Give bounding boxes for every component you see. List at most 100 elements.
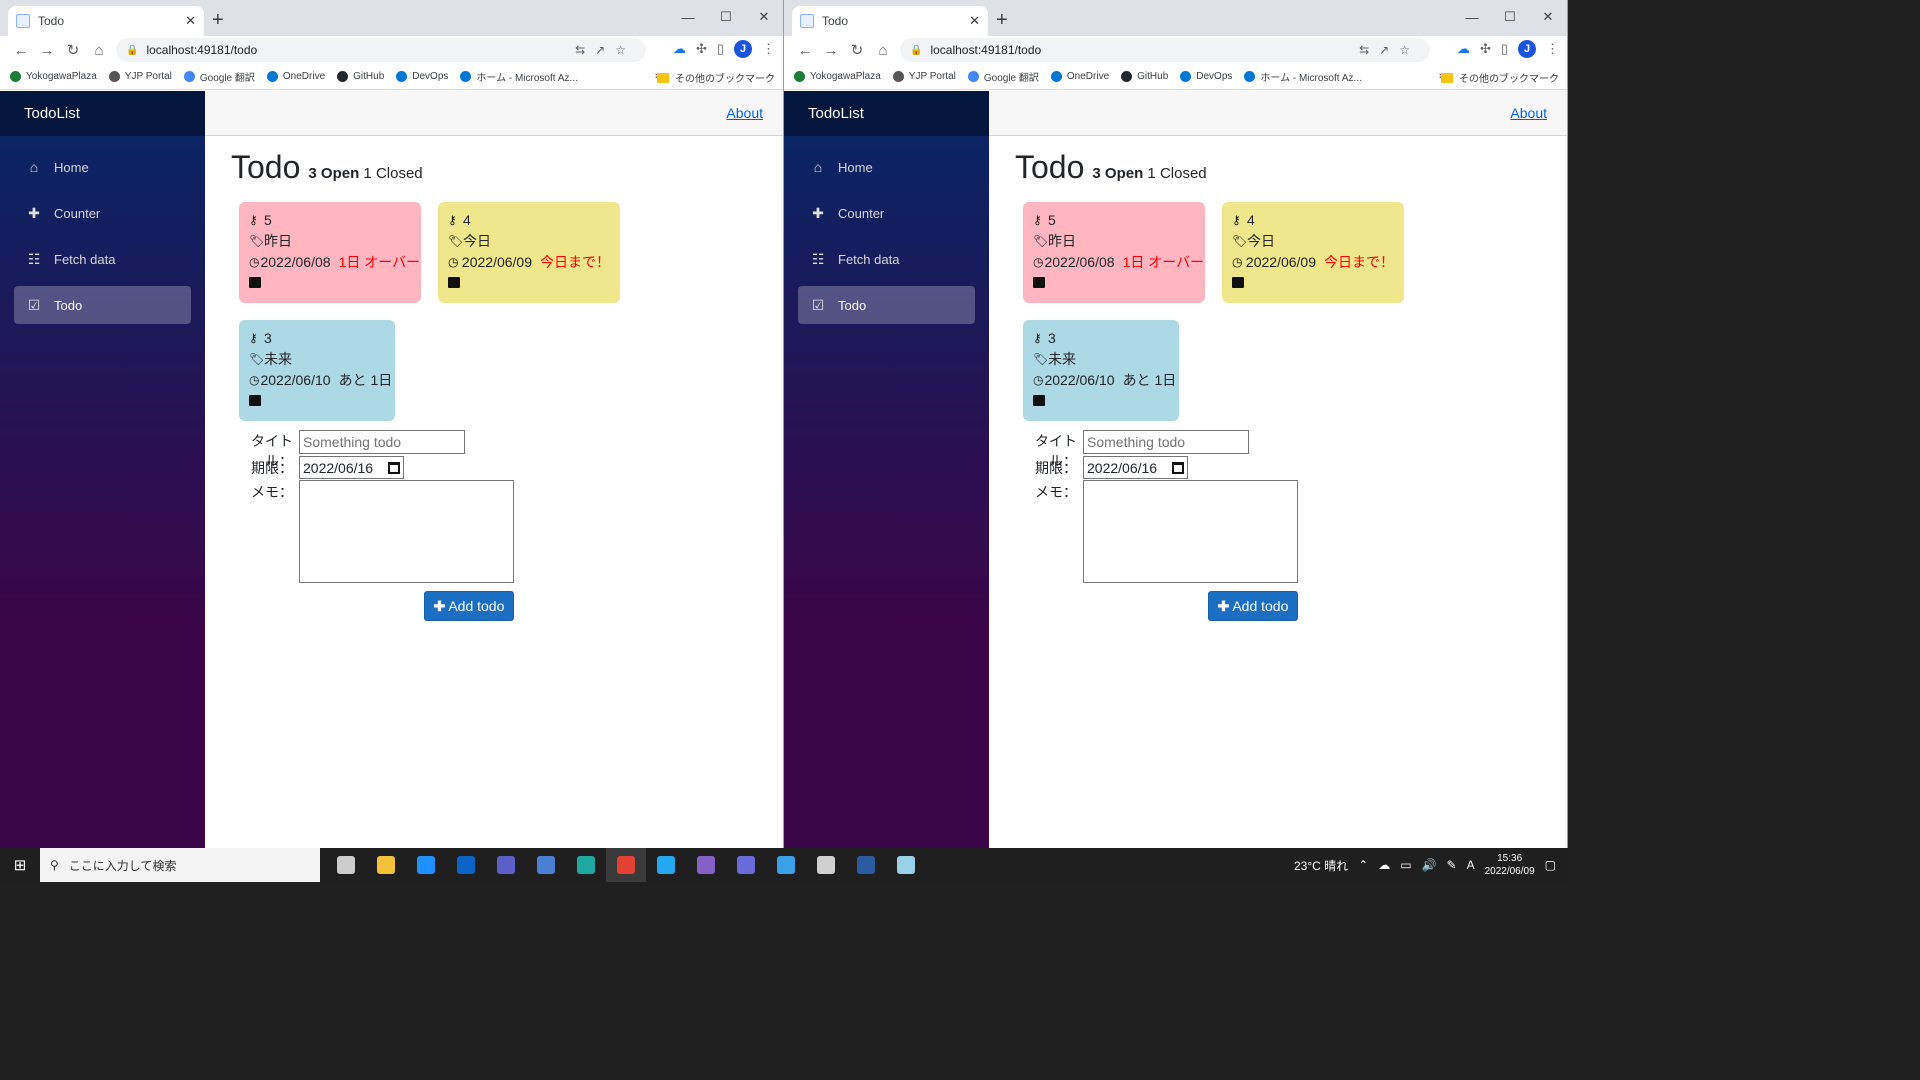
sidebar-item-home[interactable]: ⌂ Home [798, 148, 975, 186]
todo-card[interactable]: ⚷ 4 🏷 今日 ◷ 2022/06/09 今日まで！ [1222, 202, 1404, 303]
taskbar-search[interactable]: ⚲ ここに入力して検索 [40, 848, 320, 882]
profile-avatar[interactable]: J [734, 40, 752, 58]
bookmark-item[interactable]: GitHub [1121, 71, 1168, 82]
profile-avatar[interactable]: J [1518, 40, 1536, 58]
memo-textarea[interactable] [1083, 480, 1298, 583]
add-todo-button[interactable]: ✚ Add todo [424, 591, 514, 621]
close-window-button[interactable]: ✕ [1529, 4, 1567, 30]
minimize-button[interactable]: — [669, 4, 707, 30]
side-panel-icon[interactable]: ▯ [717, 41, 724, 57]
pen-icon[interactable]: ✎ [1447, 858, 1457, 872]
due-date-input[interactable]: 2022/06/16 [1083, 456, 1188, 479]
weather-text[interactable]: 23°C 晴れ [1294, 857, 1348, 874]
title-input[interactable] [1083, 430, 1249, 454]
close-tab-icon[interactable]: ✕ [185, 13, 196, 29]
windows-start-icon[interactable]: ⊞ [0, 848, 40, 882]
taskbar-app[interactable] [886, 848, 926, 882]
bookmark-item[interactable]: OneDrive [1050, 71, 1109, 82]
sidebar-item-counter[interactable]: ✚ Counter [798, 194, 975, 232]
menu-kebab-icon[interactable]: ⋮ [762, 41, 775, 57]
address-bar[interactable]: 🔒 localhost:49181/todo ⇆↗☆ [116, 38, 646, 62]
forward-button[interactable]: → [34, 42, 60, 59]
taskbar-app[interactable] [686, 848, 726, 882]
address-bar[interactable]: 🔒 localhost:49181/todo ⇆↗☆ [900, 38, 1430, 62]
todo-card[interactable]: ⚷ 5 🏷 昨日 ◷ 2022/06/08 1日 オーバー [239, 202, 421, 303]
bookmark-item[interactable]: YokogawaPlaza [10, 71, 97, 82]
minimize-button[interactable]: — [1453, 4, 1491, 30]
cloud-extension-icon[interactable]: ☁ [673, 41, 686, 57]
menu-kebab-icon[interactable]: ⋮ [1546, 41, 1559, 57]
taskbar-app[interactable] [806, 848, 846, 882]
taskbar-app[interactable] [326, 848, 366, 882]
due-date-input[interactable]: 2022/06/16 [299, 456, 404, 479]
taskbar-app[interactable] [766, 848, 806, 882]
notification-icon[interactable]: ▢ [1545, 858, 1556, 872]
bookmark-item[interactable]: Google 翻訳 [183, 69, 255, 84]
bookmark-item[interactable]: ホーム - Microsoft Az... [1244, 69, 1362, 84]
taskbar-app[interactable] [646, 848, 686, 882]
sidebar-item-home[interactable]: ⌂ Home [14, 148, 191, 186]
sidebar-item-todo[interactable]: ☑ Todo [798, 286, 975, 324]
new-tab-button[interactable]: + [996, 8, 1008, 32]
network-icon[interactable]: ▭ [1400, 858, 1411, 872]
about-link[interactable]: About [1510, 105, 1547, 121]
todo-card[interactable]: ⚷ 3 🏷 未来 ◷ 2022/06/10 あと 1日 [239, 320, 395, 421]
todo-card[interactable]: ⚷ 5 🏷 昨日 ◷ 2022/06/08 1日 オーバー [1023, 202, 1205, 303]
about-link[interactable]: About [726, 105, 763, 121]
back-button[interactable]: ← [8, 42, 34, 59]
taskbar-app[interactable] [606, 848, 646, 882]
add-todo-button[interactable]: ✚ Add todo [1208, 591, 1298, 621]
brand-link[interactable]: TodoList [0, 91, 205, 136]
onedrive-icon[interactable]: ☁ [1378, 858, 1390, 872]
bookmark-item[interactable]: DevOps [396, 71, 448, 82]
memo-textarea[interactable] [299, 480, 514, 583]
bookmark-item[interactable]: GitHub [337, 71, 384, 82]
maximize-button[interactable]: ☐ [707, 4, 745, 30]
bookmark-item[interactable]: YJP Portal [108, 71, 172, 82]
taskbar-app[interactable] [366, 848, 406, 882]
title-input[interactable] [299, 430, 465, 454]
ime-indicator[interactable]: A [1467, 858, 1475, 872]
side-panel-icon[interactable]: ▯ [1501, 41, 1508, 57]
extensions-puzzle-icon[interactable]: ✣ [696, 41, 707, 57]
close-window-button[interactable]: ✕ [745, 4, 783, 30]
taskbar-app[interactable] [566, 848, 606, 882]
chevron-up-icon[interactable]: ⌃ [1358, 858, 1368, 872]
bookmark-item[interactable]: ホーム - Microsoft Az... [460, 69, 578, 84]
browser-tab[interactable]: Todo ✕ [792, 6, 988, 36]
bookmark-item[interactable]: YJP Portal [892, 71, 956, 82]
taskbar-app[interactable] [846, 848, 886, 882]
new-tab-button[interactable]: + [212, 8, 224, 32]
reload-button[interactable]: ↻ [844, 41, 870, 59]
extensions-puzzle-icon[interactable]: ✣ [1480, 41, 1491, 57]
sidebar-item-fetch-data[interactable]: ☷ Fetch data [14, 240, 191, 278]
calendar-icon[interactable] [1172, 461, 1184, 474]
taskbar-app[interactable] [526, 848, 566, 882]
back-button[interactable]: ← [792, 42, 818, 59]
forward-button[interactable]: → [818, 42, 844, 59]
browser-tab[interactable]: Todo ✕ [8, 6, 204, 36]
home-button[interactable]: ⌂ [870, 42, 896, 59]
sidebar-item-counter[interactable]: ✚ Counter [14, 194, 191, 232]
other-bookmarks-folder[interactable]: その他のブックマーク [657, 70, 775, 85]
brand-link[interactable]: TodoList [784, 91, 989, 136]
bookmark-item[interactable]: OneDrive [266, 71, 325, 82]
maximize-button[interactable]: ☐ [1491, 4, 1529, 30]
taskbar-app[interactable] [446, 848, 486, 882]
clock[interactable]: 15:36 2022/06/09 [1485, 852, 1535, 878]
taskbar-app[interactable] [726, 848, 766, 882]
sidebar-item-todo[interactable]: ☑ Todo [14, 286, 191, 324]
sidebar-item-fetch-data[interactable]: ☷ Fetch data [798, 240, 975, 278]
calendar-icon[interactable] [388, 461, 400, 474]
cloud-extension-icon[interactable]: ☁ [1457, 41, 1470, 57]
bookmark-item[interactable]: Google 翻訳 [967, 69, 1039, 84]
taskbar-app[interactable] [406, 848, 446, 882]
other-bookmarks-folder[interactable]: その他のブックマーク [1441, 70, 1559, 85]
reload-button[interactable]: ↻ [60, 41, 86, 59]
bookmark-item[interactable]: YokogawaPlaza [794, 71, 881, 82]
todo-card[interactable]: ⚷ 4 🏷 今日 ◷ 2022/06/09 今日まで！ [438, 202, 620, 303]
close-tab-icon[interactable]: ✕ [969, 13, 980, 29]
home-button[interactable]: ⌂ [86, 42, 112, 59]
todo-card[interactable]: ⚷ 3 🏷 未来 ◷ 2022/06/10 あと 1日 [1023, 320, 1179, 421]
bookmark-item[interactable]: DevOps [1180, 71, 1232, 82]
